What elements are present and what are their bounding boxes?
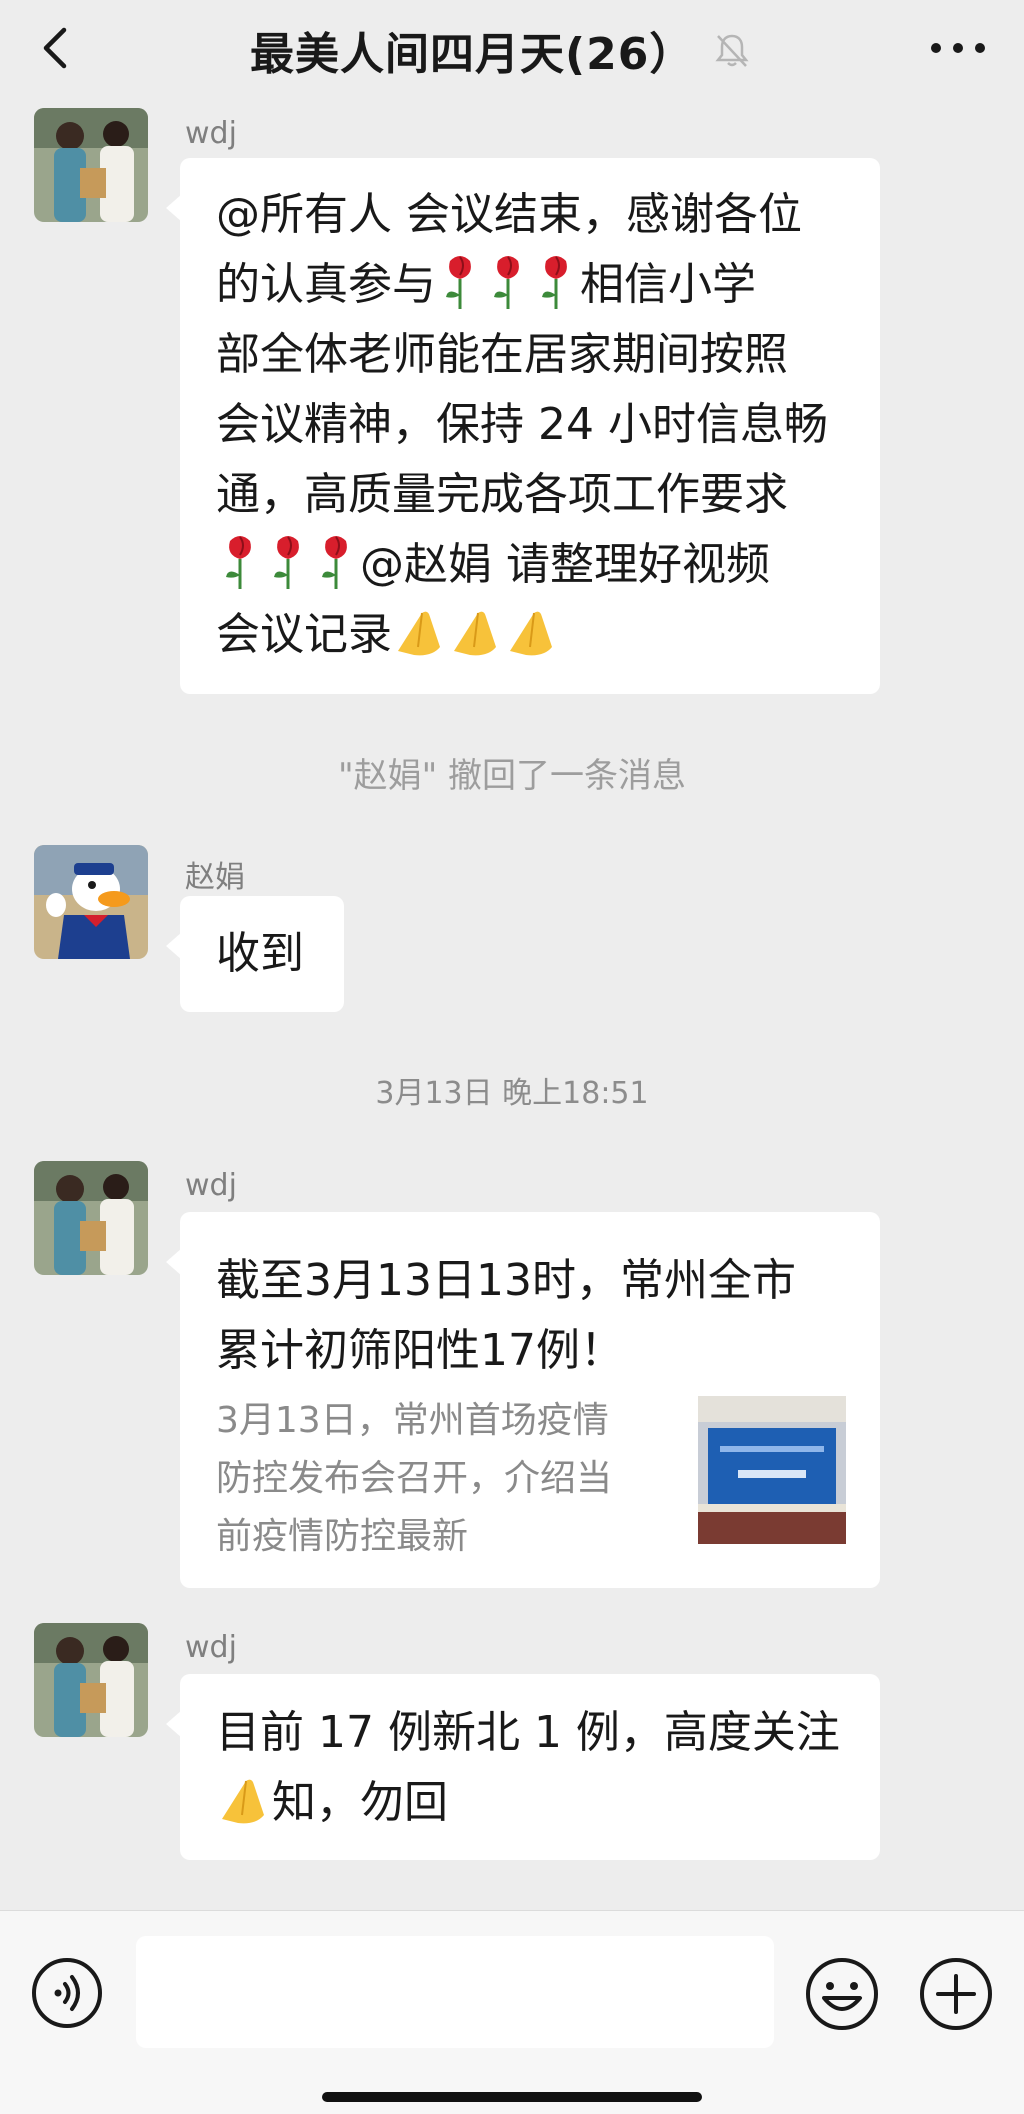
pray-emoji-icon	[398, 611, 440, 656]
chat-header: 最美人间四月天(26）	[0, 0, 1024, 104]
emoji-icon[interactable]	[804, 1956, 880, 2032]
link-title-line: 截至3月13日13时，常州全市	[216, 1255, 796, 1306]
chat-title: 最美人间四月天(26）	[250, 29, 695, 80]
message-text: 相信小学	[580, 259, 756, 310]
avatar-wdj[interactable]	[34, 1623, 148, 1737]
rose-emoji-icon	[322, 536, 347, 589]
message-line: 的认真参与 相信小学	[216, 250, 844, 320]
chat-title-row: 最美人间四月天(26）	[250, 20, 770, 80]
message-text: @赵娟 请整理好视频	[360, 539, 770, 590]
link-title: 截至3月13日13时，常州全市 累计初筛阳性17例！	[216, 1246, 836, 1386]
avatar-wdj[interactable]	[34, 108, 148, 222]
link-desc-line: 防控发布会召开，介绍当	[216, 1458, 613, 1499]
message-line: 会议精神，保持 24 小时信息畅	[216, 399, 828, 450]
sender-name: wdj	[185, 116, 237, 151]
rose-emoji-icon	[494, 256, 519, 309]
rose-emoji-icon	[542, 256, 567, 309]
sender-name: wdj	[185, 1630, 237, 1665]
more-dots-icon[interactable]	[928, 36, 988, 60]
sender-name: 赵娟	[185, 860, 245, 895]
pray-emoji-icon	[510, 611, 552, 656]
rose-emoji-icon	[274, 536, 299, 589]
message-line: 会议记录	[216, 600, 844, 670]
message-text: 知，勿回	[272, 1777, 448, 1828]
message-line: @赵娟 请整理好视频	[216, 530, 844, 600]
pray-emoji-icon	[454, 611, 496, 656]
press-conference-thumbnail	[698, 1396, 846, 1544]
message-input[interactable]	[136, 1936, 774, 2048]
bell-muted-icon	[715, 34, 749, 67]
link-description: 3月13日，常州首场疫情 防控发布会召开，介绍当 前疫情防控最新	[216, 1392, 656, 1566]
message-bubble[interactable]: 收到	[166, 896, 344, 1012]
message-text: 的认真参与	[216, 259, 436, 310]
pray-emoji-icon	[222, 1779, 264, 1824]
rose-emoji-icon	[446, 256, 471, 309]
link-desc-line: 3月13日，常州首场疫情	[216, 1400, 609, 1441]
link-desc-line: 前疫情防控最新	[216, 1516, 469, 1557]
sender-name: wdj	[185, 1168, 237, 1203]
link-title-line: 累计初筛阳性17例！	[216, 1325, 624, 1376]
plus-icon[interactable]	[918, 1956, 994, 2032]
input-bar	[0, 1910, 1024, 2114]
timestamp: 3月13日 晚上18:51	[375, 1076, 649, 1111]
message-line: 通，高质量完成各项工作要求	[216, 469, 788, 520]
link-card[interactable]: 截至3月13日13时，常州全市 累计初筛阳性17例！ 3月13日，常州首场疫情 …	[166, 1212, 880, 1588]
message-line: 部全体老师能在居家期间按照	[216, 329, 788, 380]
message-line: 目前 17 例新北 1 例，高度关注	[216, 1707, 840, 1758]
rose-emoji-icon	[226, 536, 251, 589]
back-chevron-icon[interactable]	[34, 24, 82, 72]
message-line: @所有人 会议结束，感谢各位	[216, 189, 802, 240]
home-indicator	[322, 2092, 702, 2102]
message-text: 收到	[216, 928, 304, 979]
avatar-donald-duck[interactable]	[34, 845, 148, 959]
message-bubble[interactable]: 目前 17 例新北 1 例，高度关注 知，勿回	[166, 1674, 880, 1860]
message-line: 知，勿回	[216, 1768, 844, 1838]
avatar-wdj[interactable]	[34, 1161, 148, 1275]
message-bubble[interactable]: @所有人 会议结束，感谢各位 的认真参与 相信小学 部全体老师能在居家期间按照 会…	[166, 158, 880, 694]
message-text: 会议记录	[216, 609, 392, 660]
recall-notice: "赵娟" 撤回了一条消息	[337, 756, 687, 796]
voice-icon[interactable]	[30, 1956, 104, 2030]
